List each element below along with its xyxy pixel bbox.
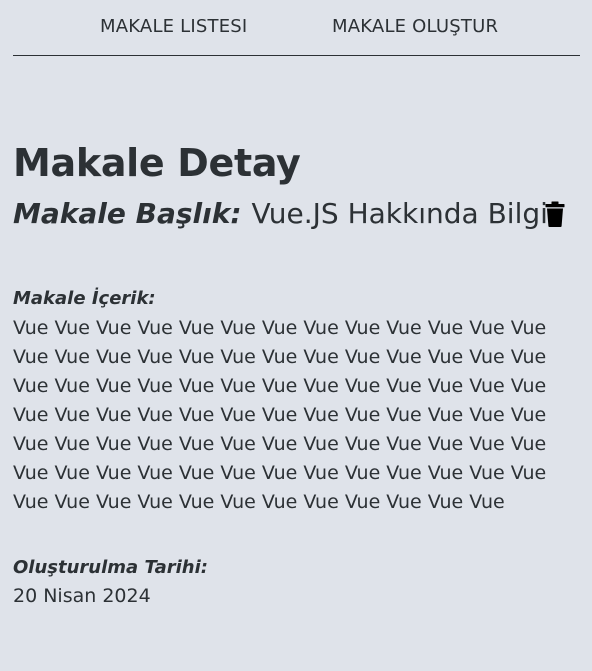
top-navbar: MAKALE LISTESI MAKALE OLUŞTUR [13,0,580,56]
article-title-label: Makale Başlık: [13,196,242,230]
article-title-value: Vue.JS Hakkında Bilgi [251,196,548,230]
page-title: Makale Detay [13,141,301,185]
nav-link-article-list[interactable]: MAKALE LISTESI [100,16,247,37]
created-date-label: Oluşturulma Tarihi: [13,557,208,578]
trash-icon[interactable] [545,201,565,227]
article-content-label: Makale İçerik: [13,288,156,309]
article-content-body: Vue Vue Vue Vue Vue Vue Vue Vue Vue Vue … [13,317,547,513]
article-title-row: Makale Başlık: Vue.JS Hakkında Bilgi [13,195,548,231]
nav-link-create-article[interactable]: MAKALE OLUŞTUR [332,16,498,37]
created-date-value: 20 Nisan 2024 [13,585,151,607]
